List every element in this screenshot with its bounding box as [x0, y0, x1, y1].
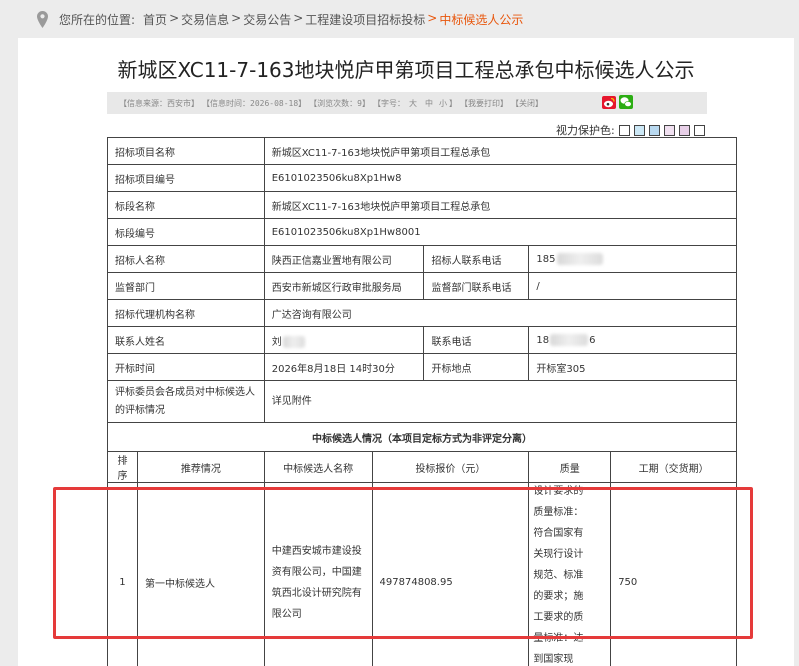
row-label: 开标时间 — [107, 353, 265, 381]
font-size-small[interactable]: 小 — [439, 98, 447, 109]
row-label: 标段编号 — [107, 218, 265, 246]
row-value: E6101023506ku8Xp1Hw8 — [263, 164, 738, 192]
row-label: 联系人姓名 — [107, 326, 265, 354]
vision-protection-label: 视力保护色: — [556, 124, 615, 137]
table-row: 招标人名称 陕西正信嘉业置地有限公司 招标人联系电话 185 — [107, 245, 737, 273]
candidate-price: 497874808.95 — [371, 482, 530, 666]
redacted-mask — [557, 253, 604, 265]
page-title: 新城区XC11-7-163地块悦庐甲第项目工程总承包中标候选人公示 — [117, 58, 695, 82]
row-label: 招标项目名称 — [107, 137, 265, 165]
color-swatch-blue[interactable] — [648, 124, 660, 136]
breadcrumb-trade-notice[interactable]: 交易公告 — [243, 11, 291, 28]
info-views: 【浏览次数：9】 — [309, 98, 370, 108]
color-swatch-white[interactable] — [618, 124, 630, 136]
column-header: 质量 — [528, 451, 612, 483]
breadcrumb-separator: > — [293, 10, 304, 25]
vision-protection: 视力保护色: — [556, 122, 705, 138]
candidate-rank: 1 — [107, 482, 138, 666]
column-header: 推荐情况 — [136, 451, 265, 483]
row-label: 招标人联系电话 — [423, 245, 530, 273]
info-time: 【信息时间：2026-08-18】 — [202, 98, 307, 108]
candidate-row: 1 第一中标候选人 中建西安城市建设投资有限公司，中国建筑西北设计研究院有限公司… — [107, 482, 737, 666]
font-size-end: 】 — [449, 98, 457, 108]
column-header: 中标候选人名称 — [263, 451, 373, 483]
row-label: 招标人名称 — [107, 245, 265, 273]
color-swatch-light-blue[interactable] — [633, 124, 645, 136]
table-row: 监督部门 西安市新城区行政审批服务局 监督部门联系电话 / — [107, 272, 737, 300]
section-title: 中标候选人情况（本项目定标方式为非评定分离） — [107, 422, 737, 452]
breadcrumb-separator: > — [231, 10, 242, 25]
breadcrumb-separator: > — [169, 10, 180, 25]
table-row: 排序 推荐情况 中标候选人名称 投标报价（元） 质量 工期（交货期） — [107, 451, 737, 483]
row-value: 刘 — [263, 326, 425, 354]
breadcrumb-engineering-bidding[interactable]: 工程建设项目招标投标 — [305, 11, 425, 28]
font-size-label: 【字号： — [373, 98, 405, 108]
row-value: 陕西正信嘉业置地有限公司 — [263, 245, 425, 273]
table-row: 中标候选人情况（本项目定标方式为非评定分离） — [107, 422, 737, 452]
breadcrumb-home[interactable]: 首页 — [143, 11, 167, 28]
table-row: 标段名称 新城区XC11-7-163地块悦庐甲第项目工程总承包 — [107, 191, 738, 219]
row-value: 详见附件 — [263, 380, 738, 423]
close-link[interactable]: 【关闭】 — [511, 98, 543, 109]
print-link[interactable]: 【我要打印】 — [460, 98, 508, 109]
content-panel: 新城区XC11-7-163地块悦庐甲第项目工程总承包中标候选人公示 【信息来源：… — [18, 38, 794, 666]
row-value: 广达咨询有限公司 — [263, 299, 738, 327]
candidate-recommendation: 第一中标候选人 — [136, 482, 265, 666]
candidate-quality-cell: 设计要求的质量标准：符合国家有关现行设计规范、标准的要求；施工要求的质量标准：达… — [528, 482, 612, 666]
breadcrumb-prefix: 您所在的位置: — [59, 12, 136, 27]
row-value: 新城区XC11-7-163地块悦庐甲第项目工程总承包 — [263, 191, 738, 219]
table-row: 开标时间 2026年8月18日 14时30分 开标地点 开标室305 — [107, 353, 737, 381]
candidate-name: 中建西安城市建设投资有限公司，中国建筑西北设计研究院有限公司 — [263, 482, 373, 666]
candidate-duration: 750 — [610, 482, 737, 666]
table-row: 招标项目名称 新城区XC11-7-163地块悦庐甲第项目工程总承包 — [107, 137, 738, 165]
contact-name: 刘 — [271, 336, 282, 348]
row-label: 监督部门 — [107, 272, 265, 300]
font-size-large[interactable]: 大 — [409, 98, 417, 109]
redacted-mask — [282, 335, 305, 348]
row-value: 18 6 — [528, 326, 737, 354]
candidate-quality: 设计要求的质量标准：符合国家有关现行设计规范、标准的要求；施工要求的质量标准：达… — [533, 486, 584, 665]
bid-info-table: 招标项目名称 新城区XC11-7-163地块悦庐甲第项目工程总承包 招标项目编号… — [107, 137, 738, 666]
row-value: 185 — [528, 245, 737, 273]
contact-phone-end: 6 — [589, 335, 596, 346]
row-label: 联系电话 — [423, 326, 530, 354]
info-bar: 【信息来源：西安市】 【信息时间：2026-08-18】 【浏览次数：9】 【字… — [107, 92, 707, 114]
info-source: 【信息来源：西安市】 — [119, 98, 199, 108]
row-value: E6101023506ku8Xp1Hw8001 — [263, 218, 738, 246]
phone-value: 185 — [536, 254, 556, 265]
row-value: / — [528, 272, 737, 300]
table-row: 招标代理机构名称 广达咨询有限公司 — [107, 299, 738, 327]
redacted-mask — [550, 334, 589, 346]
breadcrumb: 您所在的位置: 首页 > 交易信息 > 交易公告 > 工程建设项目招标投标 > … — [0, 0, 799, 38]
column-header: 工期（交货期） — [610, 451, 737, 483]
font-size-medium[interactable]: 中 — [425, 98, 433, 109]
table-row: 评标委员会各成员对中标候选人的评标情况 详见附件 — [107, 380, 738, 423]
table-row: 招标项目编号 E6101023506ku8Xp1Hw8 — [107, 164, 738, 192]
color-swatch-light-pink[interactable] — [663, 124, 675, 136]
row-label: 开标地点 — [423, 353, 530, 381]
column-header: 投标报价（元） — [371, 451, 530, 483]
color-swatch-white-2[interactable] — [693, 124, 705, 136]
row-label: 招标项目编号 — [107, 164, 265, 192]
row-value: 2026年8月18日 14时30分 — [263, 353, 425, 381]
row-label: 招标代理机构名称 — [107, 299, 265, 327]
row-label: 标段名称 — [107, 191, 265, 219]
contact-phone-start: 18 — [536, 335, 550, 346]
table-row: 标段编号 E6101023506ku8Xp1Hw8001 — [107, 218, 738, 246]
weibo-share-icon[interactable] — [602, 96, 616, 109]
row-value: 西安市新城区行政审批服务局 — [263, 272, 425, 300]
color-swatch-pink[interactable] — [678, 124, 690, 136]
table-row: 联系人姓名 刘 联系电话 18 6 — [107, 326, 737, 354]
row-label: 评标委员会各成员对中标候选人的评标情况 — [107, 380, 265, 423]
row-value: 新城区XC11-7-163地块悦庐甲第项目工程总承包 — [263, 137, 738, 165]
breadcrumb-separator: > — [427, 10, 438, 25]
breadcrumb-current: 中标候选人公示 — [439, 12, 524, 27]
wechat-share-icon[interactable] — [619, 95, 633, 109]
row-label: 监督部门联系电话 — [423, 272, 530, 300]
row-value: 开标室305 — [528, 353, 737, 381]
location-pin-icon — [37, 11, 48, 28]
column-header: 排序 — [107, 451, 138, 483]
breadcrumb-trade-info[interactable]: 交易信息 — [181, 11, 229, 28]
